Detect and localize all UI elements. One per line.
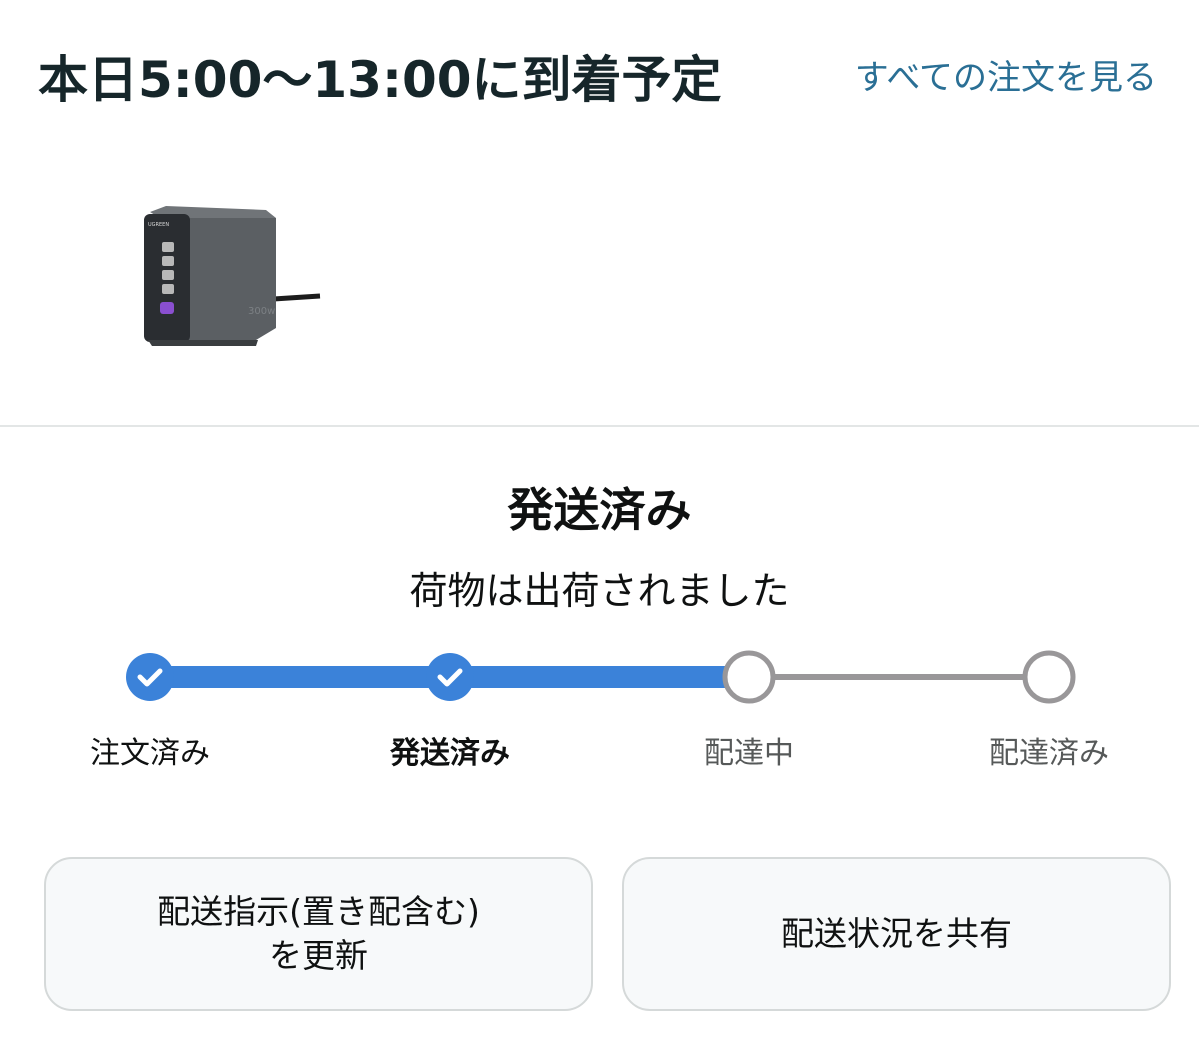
product-brand-text: UGREEN [148,222,169,228]
update-delivery-instructions-button[interactable]: 配送指示(置き配含む) を更新 [44,857,593,1011]
button-label: 配送状況を共有 [781,914,1012,953]
usb-port [162,284,174,294]
shipment-status-subtitle: 荷物は出荷されました [409,569,790,613]
product-image[interactable]: UGREEN 300w [138,200,322,350]
step-label-delivered: 配達済み [989,736,1109,771]
step-label-shipped: 発送済み [390,736,510,771]
step-complete-icon [126,653,174,701]
usb-port [162,256,174,266]
share-delivery-status-button[interactable]: 配送状況を共有 [622,857,1171,1011]
charger-side [178,218,276,340]
step-label-ordered: 注文済み [90,736,210,771]
usb-port-highlight [160,302,174,314]
progress-tracker [126,650,1076,704]
section-divider [0,425,1199,427]
charger-base [148,340,258,346]
step-complete-icon [426,653,474,701]
step-label-in-transit: 配達中 [704,736,794,771]
step-pending-icon [722,650,776,704]
usb-port [162,270,174,280]
product-watt-text: 300w [248,306,275,317]
usb-port [162,242,174,252]
step-pending-icon [1022,650,1076,704]
shipment-status-title: 発送済み [507,483,692,537]
delivery-estimate-title: 本日5:00〜13:00に到着予定 [38,51,722,109]
button-label-line1: 配送指示(置き配含む) [157,892,480,931]
view-all-orders-link[interactable]: すべての注文を見る [855,50,1157,99]
button-label-line2: を更新 [269,936,368,975]
